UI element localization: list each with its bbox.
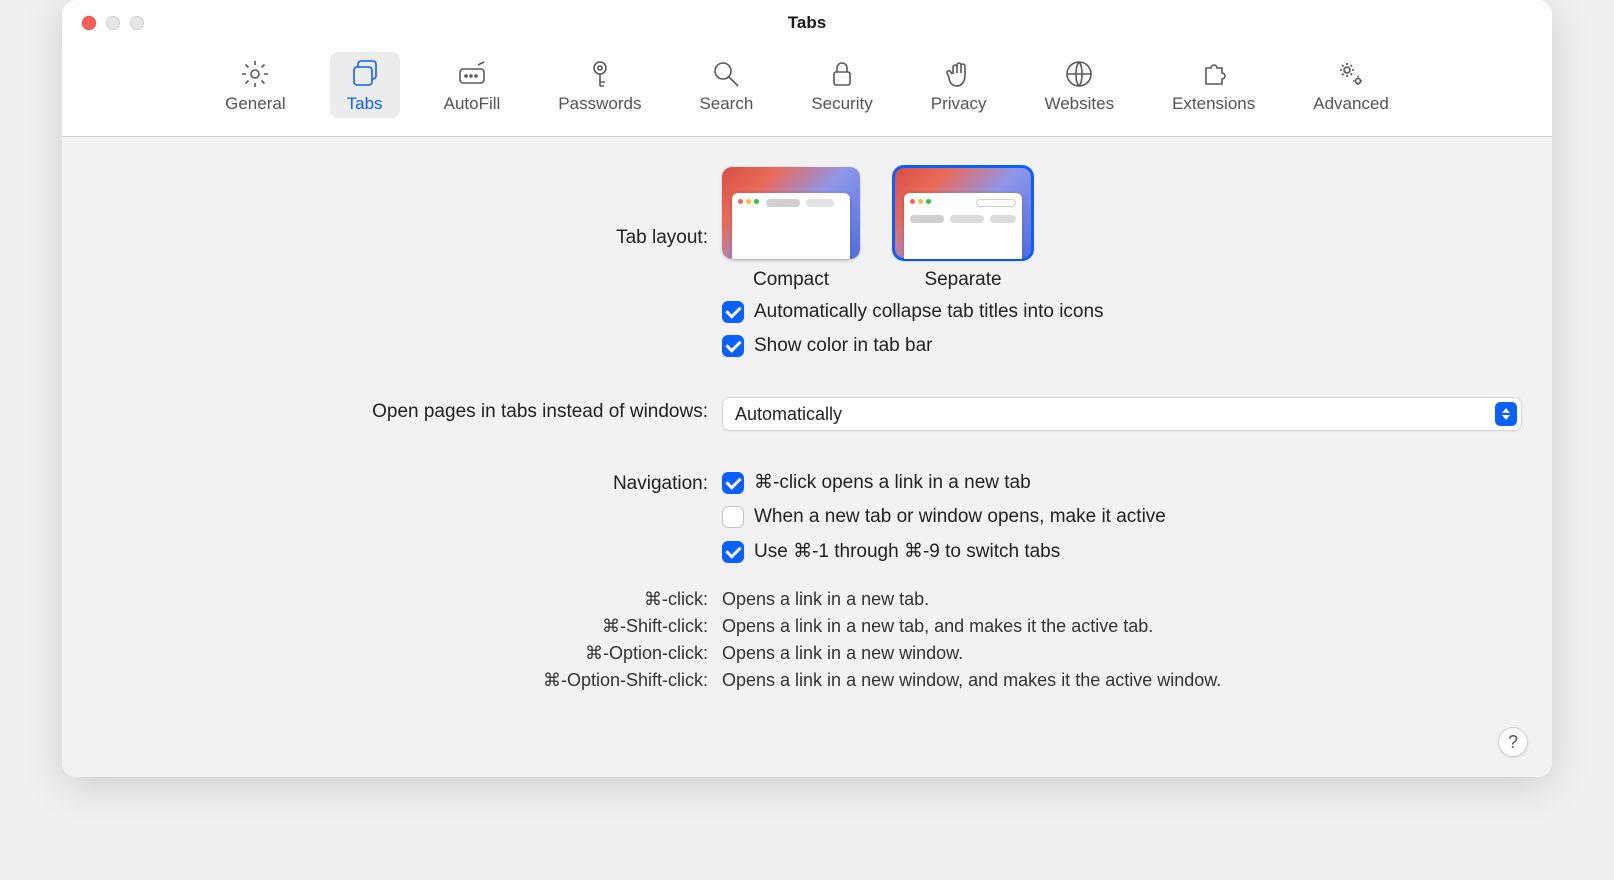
toolbar-item-websites[interactable]: Websites — [1030, 52, 1128, 118]
toolbar-label: Privacy — [931, 94, 987, 114]
hint-key: ⌘-Option-click: — [92, 643, 722, 664]
toolbar-label: Extensions — [1172, 94, 1255, 114]
help-icon: ? — [1508, 732, 1518, 753]
row-tab-layout: Tab layout: Compact — [92, 167, 1522, 359]
checkbox-label: Automatically collapse tab titles into i… — [754, 301, 1104, 323]
toolbar-item-autofill[interactable]: AutoFill — [430, 52, 515, 118]
tab-layout-option-separate[interactable]: Separate — [894, 167, 1032, 291]
caption-compact: Compact — [753, 269, 829, 291]
preferences-window: Tabs General Tabs AutoFill Passwords Sea… — [62, 0, 1552, 777]
preferences-toolbar: General Tabs AutoFill Passwords Search S… — [62, 46, 1552, 137]
open-in-tabs-select[interactable]: Automatically — [722, 397, 1522, 431]
toolbar-label: Websites — [1044, 94, 1114, 114]
select-value: Automatically — [735, 404, 842, 425]
checkbox-label: Use ⌘-1 through ⌘-9 to switch tabs — [754, 540, 1060, 563]
minimize-window-button[interactable] — [106, 16, 120, 30]
content-area: Tab layout: Compact — [62, 137, 1552, 777]
checkbox-auto-collapse[interactable]: Automatically collapse tab titles into i… — [722, 299, 1522, 325]
preview-separate — [894, 167, 1032, 259]
close-window-button[interactable] — [82, 16, 96, 30]
gears-icon — [1335, 58, 1367, 90]
toolbar-item-general[interactable]: General — [211, 52, 299, 118]
hint-value: Opens a link in a new window. — [722, 643, 1522, 664]
caption-separate: Separate — [924, 269, 1001, 291]
checkbox-icon — [722, 301, 744, 323]
key-icon — [584, 58, 616, 90]
checkbox-label: Show color in tab bar — [754, 335, 933, 357]
checkbox-icon — [722, 541, 744, 563]
autofill-icon — [456, 58, 488, 90]
toolbar-item-privacy[interactable]: Privacy — [917, 52, 1001, 118]
hint-value: Opens a link in a new tab. — [722, 589, 1522, 610]
tabs-icon — [349, 58, 381, 90]
hint-value: Opens a link in a new window, and makes … — [722, 670, 1522, 691]
shortcut-hints: ⌘-click: Opens a link in a new tab. ⌘-Sh… — [92, 589, 1522, 691]
hand-icon — [943, 58, 975, 90]
traffic-lights — [82, 16, 144, 30]
row-navigation: Navigation: ⌘-click opens a link in a ne… — [92, 469, 1522, 565]
toolbar-item-passwords[interactable]: Passwords — [544, 52, 655, 118]
hint-key: ⌘-Shift-click: — [92, 616, 722, 637]
toolbar-item-advanced[interactable]: Advanced — [1299, 52, 1403, 118]
toolbar-label: Advanced — [1313, 94, 1389, 114]
gear-icon — [239, 58, 271, 90]
hint-key: ⌘-Option-Shift-click: — [92, 670, 722, 691]
checkbox-icon — [722, 506, 744, 528]
toolbar-item-extensions[interactable]: Extensions — [1158, 52, 1269, 118]
toolbar-label: General — [225, 94, 285, 114]
globe-icon — [1063, 58, 1095, 90]
window-title: Tabs — [788, 13, 826, 33]
checkbox-label: When a new tab or window opens, make it … — [754, 506, 1166, 528]
toolbar-item-search[interactable]: Search — [685, 52, 767, 118]
checkbox-cmd-number[interactable]: Use ⌘-1 through ⌘-9 to switch tabs — [722, 538, 1522, 565]
search-icon — [710, 58, 742, 90]
lock-icon — [826, 58, 858, 90]
toolbar-item-security[interactable]: Security — [797, 52, 886, 118]
hint-key: ⌘-click: — [92, 589, 722, 610]
checkbox-cmd-click[interactable]: ⌘-click opens a link in a new tab — [722, 469, 1522, 496]
preview-compact — [722, 167, 860, 259]
titlebar: Tabs — [62, 0, 1552, 46]
tab-layout-choices: Compact Separate — [722, 167, 1522, 291]
label-navigation: Navigation: — [92, 469, 722, 495]
checkbox-icon — [722, 335, 744, 357]
checkbox-icon — [722, 472, 744, 494]
toolbar-label: AutoFill — [444, 94, 501, 114]
hint-value: Opens a link in a new tab, and makes it … — [722, 616, 1522, 637]
help-button[interactable]: ? — [1498, 727, 1528, 757]
toolbar-label: Tabs — [347, 94, 383, 114]
checkbox-label: ⌘-click opens a link in a new tab — [754, 471, 1031, 494]
puzzle-icon — [1198, 58, 1230, 90]
toolbar-item-tabs[interactable]: Tabs — [330, 52, 400, 118]
toolbar-label: Search — [699, 94, 753, 114]
tab-layout-option-compact[interactable]: Compact — [722, 167, 860, 291]
label-tab-layout: Tab layout: — [92, 167, 722, 249]
label-open-in-tabs: Open pages in tabs instead of windows: — [92, 397, 722, 423]
zoom-window-button[interactable] — [130, 16, 144, 30]
toolbar-label: Security — [811, 94, 872, 114]
row-open-in-tabs: Open pages in tabs instead of windows: A… — [92, 397, 1522, 431]
toolbar-label: Passwords — [558, 94, 641, 114]
checkbox-make-active[interactable]: When a new tab or window opens, make it … — [722, 504, 1522, 530]
checkbox-show-color[interactable]: Show color in tab bar — [722, 333, 1522, 359]
chevron-updown-icon — [1495, 402, 1517, 426]
